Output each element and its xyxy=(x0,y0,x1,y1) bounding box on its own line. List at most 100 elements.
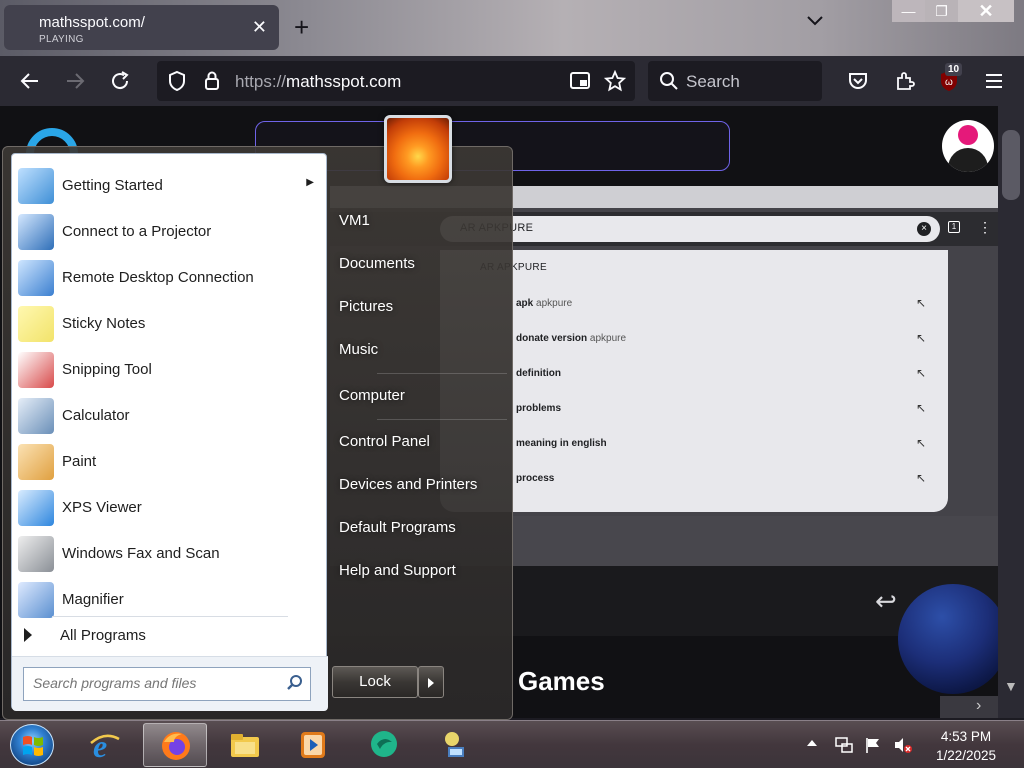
place-documents[interactable]: Documents xyxy=(339,255,415,272)
embedded-address-bar: AR APKPURE × xyxy=(440,216,940,242)
program-sticky-notes[interactable]: Sticky Notes xyxy=(12,300,328,346)
firefox-icon xyxy=(160,730,192,762)
clock[interactable]: 4:53 PM 1/22/2025 xyxy=(924,727,1008,765)
tab-count-icon: 1 xyxy=(948,221,960,233)
show-hidden-icons-icon[interactable] xyxy=(805,736,823,754)
volume-muted-icon[interactable] xyxy=(893,736,912,754)
list-item: apk apkpure ↖ xyxy=(516,296,926,310)
place-default-programs[interactable]: Default Programs xyxy=(339,519,456,536)
minimize-button[interactable]: — xyxy=(892,0,925,22)
submenu-arrow-icon[interactable]: ▶ xyxy=(306,177,314,188)
active-tab[interactable]: mathsspot.com/ PLAYING ✕ xyxy=(4,5,279,50)
divider xyxy=(377,373,507,374)
pocket-icon[interactable] xyxy=(846,69,870,93)
bookmark-star-icon[interactable] xyxy=(603,69,627,97)
place-music[interactable]: Music xyxy=(339,341,378,358)
user-avatar-icon[interactable] xyxy=(942,120,994,172)
clear-icon: × xyxy=(917,222,931,236)
arrow-up-left-icon: ↖ xyxy=(915,331,926,345)
page-scrollbar[interactable]: ▼ xyxy=(998,106,1024,718)
list-item: process ↖ xyxy=(516,471,926,485)
maximize-button[interactable]: ❐ xyxy=(925,0,958,22)
calculator-icon xyxy=(18,398,54,434)
action-center-flag-icon[interactable] xyxy=(864,736,882,754)
taskbar-network-app[interactable] xyxy=(422,723,486,767)
start-search-area xyxy=(12,656,328,711)
address-bar[interactable]: https://mathsspot.com xyxy=(157,61,635,101)
start-button[interactable] xyxy=(10,724,54,766)
tracking-protection-shield-icon[interactable] xyxy=(167,70,187,97)
file-explorer-icon xyxy=(229,729,261,761)
program-getting-started[interactable]: Getting Started ▶ xyxy=(12,162,328,208)
more-options-icon: ⋮ xyxy=(978,219,992,235)
taskbar-firefox[interactable] xyxy=(143,723,207,767)
arrow-up-left-icon: ↖ xyxy=(915,401,926,415)
forward-icon[interactable] xyxy=(63,69,87,93)
reload-icon[interactable] xyxy=(108,69,132,93)
navigation-toolbar: https://mathsspot.com Search ω 10 xyxy=(0,56,1024,106)
start-search-box[interactable] xyxy=(23,667,311,701)
start-search-input[interactable] xyxy=(33,675,273,691)
section-title: Games xyxy=(518,666,605,696)
lock-button[interactable]: Lock xyxy=(332,666,418,698)
search-input[interactable]: Search xyxy=(648,61,822,101)
arrow-up-left-icon: ↖ xyxy=(915,296,926,310)
start-menu-programs-pane: Getting Started ▶ Connect to a Projector… xyxy=(11,153,328,711)
hamburger-menu-icon[interactable] xyxy=(982,69,1006,93)
shutdown-options-arrow-icon[interactable] xyxy=(418,666,444,698)
program-xps-viewer[interactable]: XPS Viewer xyxy=(12,484,328,530)
close-window-button[interactable]: ✕ xyxy=(958,0,1014,22)
divider xyxy=(52,616,288,617)
extensions-puzzle-icon[interactable] xyxy=(893,69,917,93)
new-tab-button[interactable]: + xyxy=(294,12,309,43)
place-computer[interactable]: Computer xyxy=(339,387,405,404)
window-controls: — ❐ ✕ xyxy=(892,0,1024,24)
fax-scan-icon xyxy=(18,536,54,572)
padlock-icon[interactable] xyxy=(203,70,221,97)
program-calculator[interactable]: Calculator xyxy=(12,392,328,438)
place-pictures[interactable]: Pictures xyxy=(339,298,393,315)
all-programs-button[interactable]: All Programs xyxy=(12,620,328,650)
taskbar-chat-app[interactable] xyxy=(352,723,416,767)
suggestion-list: AR APKPURE apk apkpure ↖ donate version a… xyxy=(440,250,948,512)
taskbar-file-explorer[interactable] xyxy=(213,723,277,767)
triangle-right-icon xyxy=(24,628,32,642)
getting-started-icon xyxy=(18,168,54,204)
tab-close-icon[interactable]: ✕ xyxy=(252,17,267,38)
divider xyxy=(377,419,507,420)
list-item: problems ↖ xyxy=(516,401,926,415)
taskbar-media-player[interactable] xyxy=(281,723,345,767)
internet-explorer-icon: e xyxy=(89,728,121,764)
back-icon[interactable] xyxy=(18,69,42,93)
program-connect-to-a-projector[interactable]: Connect to a Projector xyxy=(12,208,328,254)
snipping-tool-icon xyxy=(18,352,54,388)
program-snipping-tool[interactable]: Snipping Tool xyxy=(12,346,328,392)
undo-icon[interactable]: ↩ xyxy=(875,586,897,617)
search-icon[interactable] xyxy=(286,674,304,697)
program-remote-desktop-connection[interactable]: Remote Desktop Connection xyxy=(12,254,328,300)
list-all-tabs-icon[interactable] xyxy=(806,14,824,32)
place-control-panel[interactable]: Control Panel xyxy=(339,433,430,450)
arrow-up-left-icon: ↖ xyxy=(915,366,926,380)
search-icon xyxy=(659,71,679,96)
start-menu: Getting Started ▶ Connect to a Projector… xyxy=(2,146,513,720)
picture-in-picture-icon[interactable] xyxy=(569,71,591,96)
chat-app-icon xyxy=(368,729,400,761)
url-text[interactable]: https://mathsspot.com xyxy=(235,72,401,92)
chevron-right-icon: › xyxy=(976,697,982,714)
network-icon[interactable] xyxy=(834,736,853,754)
list-item: definition ↖ xyxy=(516,366,926,380)
network-app-icon xyxy=(438,729,470,761)
program-windows-fax-and-scan[interactable]: Windows Fax and Scan xyxy=(12,530,328,576)
carousel-next-button[interactable]: › xyxy=(940,696,998,718)
user-account-picture[interactable] xyxy=(384,115,452,183)
program-paint[interactable]: Paint xyxy=(12,438,328,484)
search-placeholder: Search xyxy=(686,72,740,91)
tab-audio-status: PLAYING xyxy=(39,34,84,45)
place-devices-and-printers[interactable]: Devices and Printers xyxy=(339,476,477,493)
place-help-and-support[interactable]: Help and Support xyxy=(339,562,456,579)
magnifier-icon xyxy=(18,582,54,618)
taskbar-internet-explorer[interactable]: e xyxy=(73,723,137,767)
tab-strip: mathsspot.com/ PLAYING ✕ + — ❐ ✕ xyxy=(0,0,1024,56)
place-user-folder[interactable]: VM1 xyxy=(339,212,370,229)
